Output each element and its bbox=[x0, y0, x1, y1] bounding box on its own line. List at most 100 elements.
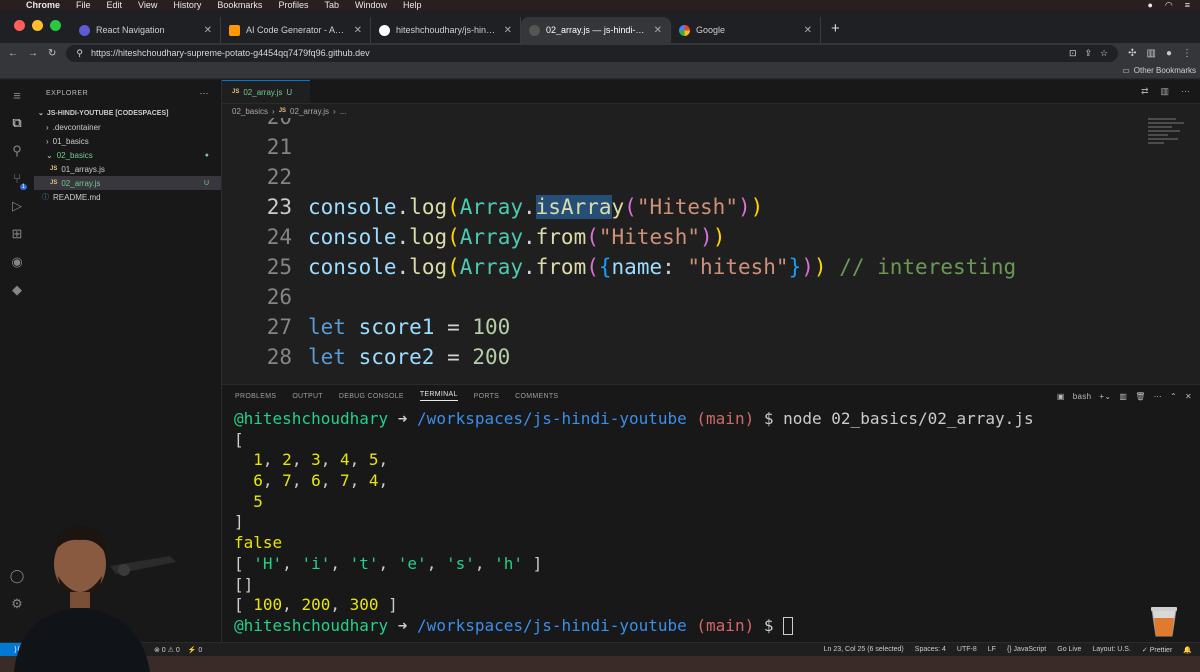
close-tab-icon[interactable]: ✕ bbox=[504, 25, 512, 36]
prompt-user: @hiteshchoudhary bbox=[234, 615, 389, 635]
maximize-panel-icon[interactable]: ⌃ bbox=[1170, 392, 1177, 401]
share-icon[interactable]: ⇪ bbox=[1084, 48, 1092, 59]
more-actions-icon[interactable]: ⋯ bbox=[200, 88, 210, 99]
close-tab-icon[interactable]: ✕ bbox=[654, 25, 662, 36]
prettier-status[interactable]: ✓ Prettier bbox=[1142, 646, 1172, 654]
kill-terminal-icon[interactable]: 🗑 bbox=[1135, 392, 1145, 401]
run-debug-icon[interactable]: ▷ bbox=[12, 198, 22, 214]
back-icon[interactable]: ← bbox=[8, 48, 18, 59]
menu-icon[interactable]: ≡ bbox=[13, 88, 21, 103]
reload-icon[interactable]: ↻ bbox=[48, 48, 56, 59]
split-terminal-icon[interactable]: ▥ bbox=[1119, 392, 1127, 401]
minimap[interactable] bbox=[1148, 118, 1188, 158]
tree-folder[interactable]: › 01_basics bbox=[34, 134, 221, 148]
terminal-output[interactable]: @hiteshchoudhary ➜ /workspaces/js-hindi-… bbox=[234, 409, 1194, 637]
tab-ports[interactable]: PORTS bbox=[474, 393, 500, 400]
tree-file-selected[interactable]: JS 02_array.js U bbox=[34, 176, 221, 190]
open-changes-icon[interactable]: ⇄ bbox=[1141, 86, 1149, 97]
code-text: let score2 = 200 bbox=[308, 345, 511, 369]
status-tray-icon[interactable]: ● bbox=[1147, 0, 1152, 11]
webcam-presenter-image bbox=[14, 525, 176, 672]
notifications-bell-icon[interactable]: 🔔 bbox=[1183, 646, 1192, 654]
menu-view[interactable]: View bbox=[138, 0, 157, 10]
close-tab-icon[interactable]: ✕ bbox=[354, 25, 362, 36]
control-center-icon[interactable]: ≡ bbox=[1185, 0, 1190, 11]
indentation[interactable]: Spaces: 4 bbox=[915, 646, 946, 654]
new-tab-button[interactable]: + bbox=[821, 20, 850, 43]
maximize-window-button[interactable] bbox=[50, 20, 61, 31]
editor-tab-active[interactable]: JS 02_array.js U bbox=[222, 80, 310, 103]
browser-tab[interactable]: hiteshchoudhary/js-hindi-yout ✕ bbox=[371, 17, 521, 43]
close-tab-icon[interactable]: ✕ bbox=[804, 25, 812, 36]
menu-help[interactable]: Help bbox=[403, 0, 422, 10]
menu-profiles[interactable]: Profiles bbox=[278, 0, 308, 10]
language-mode[interactable]: {} JavaScript bbox=[1007, 646, 1046, 654]
wifi-icon[interactable]: ◠ bbox=[1165, 0, 1173, 11]
menu-tab[interactable]: Tab bbox=[324, 0, 339, 10]
breadcrumb-file[interactable]: 02_array.js bbox=[290, 107, 329, 116]
tree-file[interactable]: JS 01_arrays.js bbox=[34, 162, 221, 176]
side-panel-icon[interactable]: ▥ bbox=[1147, 48, 1156, 59]
site-info-icon[interactable]: ⚲ bbox=[76, 48, 83, 59]
browser-menu-icon[interactable]: ⋮ bbox=[1182, 48, 1192, 59]
tab-debug-console[interactable]: DEBUG CONSOLE bbox=[339, 393, 404, 400]
more-actions-icon[interactable]: ⋯ bbox=[1154, 392, 1162, 401]
more-actions-icon[interactable]: ⋯ bbox=[1181, 86, 1190, 97]
browser-tab-title: hiteshchoudhary/js-hindi-yout bbox=[396, 25, 498, 35]
split-editor-icon[interactable]: ▥ bbox=[1160, 86, 1169, 97]
workspace-root[interactable]: ⌄ JS-HINDI-YOUTUBE [CODESPACES] bbox=[34, 106, 221, 120]
profile-avatar[interactable]: ● bbox=[1166, 48, 1172, 59]
keyboard-layout[interactable]: Layout: U.S. bbox=[1092, 646, 1131, 654]
code-area[interactable]: 20 21 22 23 console.log(Array.isArray("Hi… bbox=[222, 118, 1182, 384]
source-control-badge: 1 bbox=[19, 184, 27, 190]
github-icon[interactable]: ◉ bbox=[11, 254, 22, 270]
encoding[interactable]: UTF-8 bbox=[957, 646, 977, 654]
tab-output[interactable]: OUTPUT bbox=[292, 393, 323, 400]
line-number: 28 bbox=[266, 345, 292, 369]
menu-window[interactable]: Window bbox=[355, 0, 387, 10]
menu-edit[interactable]: Edit bbox=[107, 0, 123, 10]
mac-menu-bar: Chrome File Edit View History Bookmarks … bbox=[0, 0, 1200, 10]
shell-name[interactable]: bash bbox=[1073, 392, 1092, 401]
end-of-line[interactable]: LF bbox=[988, 646, 996, 654]
address-bar[interactable]: ⚲ https://hiteshchoudhary-supreme-potato… bbox=[66, 44, 1119, 62]
tab-comments[interactable]: COMMENTS bbox=[515, 393, 558, 400]
tree-folder-open[interactable]: ⌄ 02_basics ● bbox=[34, 148, 221, 162]
ports-status[interactable]: ⚡ 0 bbox=[188, 646, 203, 654]
breadcrumb-symbol[interactable]: ... bbox=[340, 107, 347, 116]
minimize-window-button[interactable] bbox=[32, 20, 43, 31]
tab-problems[interactable]: PROBLEMS bbox=[235, 393, 276, 400]
browser-tab-active[interactable]: 02_array.js — js-hindi-youtube ✕ bbox=[521, 17, 671, 43]
browser-tab[interactable]: React Navigation ✕ bbox=[71, 17, 221, 43]
other-bookmarks[interactable]: Other Bookmarks bbox=[1134, 66, 1196, 75]
search-icon[interactable]: ⚲ bbox=[12, 143, 22, 159]
install-app-icon[interactable]: ⊡ bbox=[1069, 48, 1077, 59]
tab-terminal[interactable]: TERMINAL bbox=[419, 391, 458, 401]
go-live-button[interactable]: Go Live bbox=[1057, 646, 1081, 654]
menu-bookmarks[interactable]: Bookmarks bbox=[217, 0, 262, 10]
tree-file[interactable]: ⓘ README.md bbox=[34, 190, 221, 204]
menu-history[interactable]: History bbox=[173, 0, 201, 10]
close-tab-icon[interactable]: ✕ bbox=[204, 25, 212, 36]
extensions-icon[interactable]: ✣ bbox=[1128, 48, 1136, 59]
bookmark-star-icon[interactable]: ☆ bbox=[1100, 48, 1108, 59]
code-line: 28 let score2 = 200 bbox=[222, 342, 511, 372]
forward-icon[interactable]: → bbox=[28, 48, 38, 59]
tree-item-label: 02_array.js bbox=[61, 178, 101, 188]
source-control-icon[interactable]: ⑂ 1 bbox=[13, 171, 27, 190]
js-file-icon: JS bbox=[278, 108, 287, 114]
explorer-icon[interactable]: ⧉ bbox=[12, 115, 21, 131]
close-window-button[interactable] bbox=[14, 20, 25, 31]
close-panel-icon[interactable]: ✕ bbox=[1185, 392, 1192, 401]
tree-folder[interactable]: › .devcontainer bbox=[34, 120, 221, 134]
menu-app-name[interactable]: Chrome bbox=[26, 0, 60, 10]
breadcrumb-folder[interactable]: 02_basics bbox=[232, 107, 268, 116]
browser-tab[interactable]: Google ✕ bbox=[671, 17, 821, 43]
menu-file[interactable]: File bbox=[76, 0, 91, 10]
explorer-header: EXPLORER ⋯ bbox=[34, 80, 221, 106]
new-terminal-icon[interactable]: +⌄ bbox=[1099, 392, 1111, 401]
browser-tab[interactable]: AI Code Generator - Amazon C ✕ bbox=[221, 17, 371, 43]
cursor-position[interactable]: Ln 23, Col 25 (6 selected) bbox=[824, 646, 904, 654]
docker-icon[interactable]: ◆ bbox=[12, 282, 22, 298]
extensions-icon[interactable]: ⊞ bbox=[12, 226, 23, 242]
